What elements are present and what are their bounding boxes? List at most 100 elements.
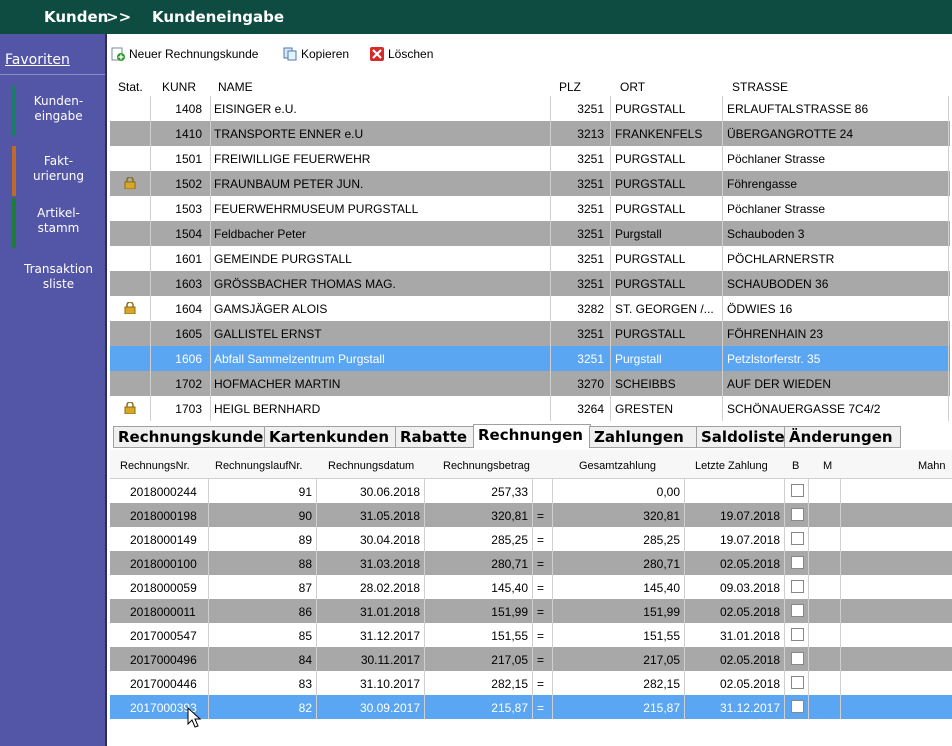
invoice-row[interactable]: 2017000393 82 30.09.2017 215,87 = 215,87 31.12…: [110, 695, 952, 719]
invoice-row[interactable]: 2018000100 88 31.03.2018 280,71 = 280,71 02.05…: [110, 551, 952, 575]
cell-divider: [840, 551, 841, 575]
invoice-last-payment: 19.07.2018: [719, 509, 780, 523]
b-checkbox[interactable]: [791, 580, 804, 593]
cell-divider: [684, 671, 685, 695]
b-checkbox[interactable]: [791, 556, 804, 569]
delete-button[interactable]: Löschen: [370, 47, 433, 61]
col-header-strasse[interactable]: STRASSE: [732, 80, 788, 94]
cell-divider: [948, 246, 949, 271]
favorites-link[interactable]: Favoriten: [5, 52, 70, 68]
cell-divider: [840, 575, 841, 599]
invoice-amount: 280,71: [491, 557, 528, 571]
copy-button[interactable]: Kopieren: [283, 47, 349, 61]
customer-row[interactable]: 1501 FREIWILLIGE FEUERWEHR 3251 PURGSTALL Pö…: [110, 146, 950, 171]
customer-row[interactable]: 1502 FRAUNBAUM PETER JUN. 3251 PURGSTALL Föh…: [110, 171, 950, 196]
customer-row[interactable]: 1601 GEMEINDE PURGSTALL 3251 PURGSTALL PÖCHL…: [110, 246, 950, 271]
customer-row[interactable]: 1503 FEUERWEHRMUSEUM PURGSTALL 3251 PURGSTA…: [110, 196, 950, 221]
tab-5[interactable]: Zahlungen: [589, 426, 698, 448]
tab-1[interactable]: Rechnungskunde: [113, 426, 266, 448]
b-checkbox[interactable]: [791, 652, 804, 665]
invoice-equals: =: [537, 677, 545, 691]
invoice-row[interactable]: 2018000059 87 28.02.2018 145,40 = 145,40 09.03…: [110, 575, 952, 599]
invoice-total-paid: 280,71: [643, 557, 680, 571]
customer-strasse: FÖHRENHAIN 23: [727, 327, 824, 341]
tab-6[interactable]: Saldoliste: [696, 426, 786, 448]
customer-row[interactable]: 1702 HOFMACHER MARTIN 3270 SCHEIBBS AUF DER …: [110, 371, 950, 396]
col-header-kunr[interactable]: KUNR: [162, 80, 196, 94]
col-header-ort[interactable]: ORT: [620, 80, 645, 94]
customer-row[interactable]: 1604 GAMSJÄGER ALOIS 3282 ST. GEORGEN /... Ö…: [110, 296, 950, 321]
col-header-plz[interactable]: PLZ: [559, 80, 581, 94]
col-header-m[interactable]: M: [823, 460, 832, 472]
customer-row[interactable]: 1603 GRÖSSBACHER THOMAS MAG. 3251 PURGSTALL…: [110, 271, 950, 296]
b-checkbox[interactable]: [791, 484, 804, 497]
customer-row[interactable]: 1606 Abfall Sammelzentrum Purgstall 3251 Pu…: [110, 346, 950, 371]
sidebar-item-3[interactable]: Artikel-stamm: [12, 206, 105, 236]
breadcrumb-section[interactable]: Kunden: [44, 8, 108, 26]
b-checkbox[interactable]: [791, 628, 804, 641]
col-header-rechnungsbetrag[interactable]: Rechnungsbetrag: [443, 460, 530, 472]
customer-ort: PURGSTALL: [615, 252, 686, 266]
cell-divider: [840, 599, 841, 623]
sidebar-item-4[interactable]: Transaktion sliste: [12, 262, 105, 292]
tab-3[interactable]: Rabatte: [395, 426, 475, 448]
cell-divider: [532, 599, 533, 623]
cell-divider: [784, 575, 785, 599]
b-checkbox[interactable]: [791, 700, 804, 713]
invoice-row[interactable]: 2018000198 90 31.05.2018 320,81 = 320,81 19.07…: [110, 503, 952, 527]
b-checkbox[interactable]: [791, 532, 804, 545]
customer-row[interactable]: 1605 GALLISTEL ERNST 3251 PURGSTALL FÖHRENHA…: [110, 321, 950, 346]
col-header-stat[interactable]: Stat.: [118, 80, 143, 94]
cell-divider: [722, 171, 723, 196]
invoice-row[interactable]: 2017000547 85 31.12.2017 151,55 = 151,55 31.01…: [110, 623, 952, 647]
cell-divider: [722, 271, 723, 296]
invoice-amount: 151,55: [491, 629, 528, 643]
cell-divider: [552, 527, 553, 551]
invoice-amount: 285,25: [491, 533, 528, 547]
invoice-total-paid: 151,55: [643, 629, 680, 643]
invoice-date: 30.11.2017: [360, 653, 420, 667]
b-checkbox[interactable]: [791, 676, 804, 689]
invoice-grid-header: RechnungsNr. RechnungslaufNr. Rechnungsd…: [110, 450, 952, 479]
customer-row[interactable]: 1703 HEIGL BERNHARD 3264 GRESTEN SCHÖNAUERGA…: [110, 396, 950, 421]
cell-divider: [722, 396, 723, 421]
b-checkbox[interactable]: [791, 604, 804, 617]
col-header-mahn[interactable]: Mahn: [918, 460, 946, 472]
customer-strasse: Pöchlaner Strasse: [727, 202, 826, 216]
col-header-gesamtzahlung[interactable]: Gesamtzahlung: [579, 460, 656, 472]
tab-7[interactable]: Änderungen: [784, 426, 901, 448]
breadcrumb-separator: >>: [106, 8, 132, 26]
cell-divider: [784, 599, 785, 623]
col-header-rechnungsdatum[interactable]: Rechnungsdatum: [328, 460, 414, 472]
customer-plz: 3251: [577, 277, 604, 291]
invoice-lauf-nr: 85: [298, 629, 312, 643]
customer-row[interactable]: 1408 EISINGER e.U. 3251 PURGSTALL ERLAUFTALS…: [110, 96, 950, 121]
col-header-rechnungsnr[interactable]: RechnungsNr.: [120, 460, 190, 472]
invoice-lauf-nr: 88: [298, 557, 312, 571]
invoice-amount: 320,81: [491, 509, 528, 523]
tab-4[interactable]: Rechnungen: [473, 424, 591, 448]
col-header-letzte-zahlung[interactable]: Letzte Zahlung: [695, 460, 768, 472]
invoice-row[interactable]: 2018000244 91 30.06.2018 257,33 0,00: [110, 479, 952, 503]
customer-row[interactable]: 1410 TRANSPORTE ENNER e.U 3213 FRANKENFELS Ü…: [110, 121, 950, 146]
customer-ort: PURGSTALL: [615, 177, 686, 191]
cell-divider: [722, 371, 723, 396]
col-header-b[interactable]: B: [792, 460, 799, 472]
tab-2[interactable]: Kartenkunden: [264, 426, 397, 448]
invoice-row[interactable]: 2017000496 84 30.11.2017 217,05 = 217,05 02.05…: [110, 647, 952, 671]
cell-divider: [722, 321, 723, 346]
b-checkbox[interactable]: [791, 508, 804, 521]
sidebar-item-2[interactable]: Fakt-urierung: [12, 154, 105, 184]
invoice-row[interactable]: 2018000149 89 30.04.2018 285,25 = 285,25 19.07…: [110, 527, 952, 551]
invoice-row[interactable]: 2017000446 83 31.10.2017 282,15 = 282,15 02.05…: [110, 671, 952, 695]
new-customer-button[interactable]: Neuer Rechnungskunde: [111, 47, 258, 61]
col-header-rechnungslaufnr[interactable]: RechnungslaufNr.: [215, 460, 302, 472]
invoice-total-paid: 285,25: [643, 533, 680, 547]
invoice-row[interactable]: 2018000011 86 31.01.2018 151,99 = 151,99 02.05…: [110, 599, 952, 623]
sidebar: Favoriten Kunden-eingabe Fakt-urierung Art…: [0, 34, 105, 746]
sidebar-item-1[interactable]: Kunden-eingabe: [12, 94, 105, 124]
col-header-name[interactable]: NAME: [218, 80, 253, 94]
customer-ort: SCHEIBBS: [615, 377, 676, 391]
customer-row[interactable]: 1504 Feldbacher Peter 3251 Purgstall Schaubo…: [110, 221, 950, 246]
cell-divider: [208, 647, 209, 671]
